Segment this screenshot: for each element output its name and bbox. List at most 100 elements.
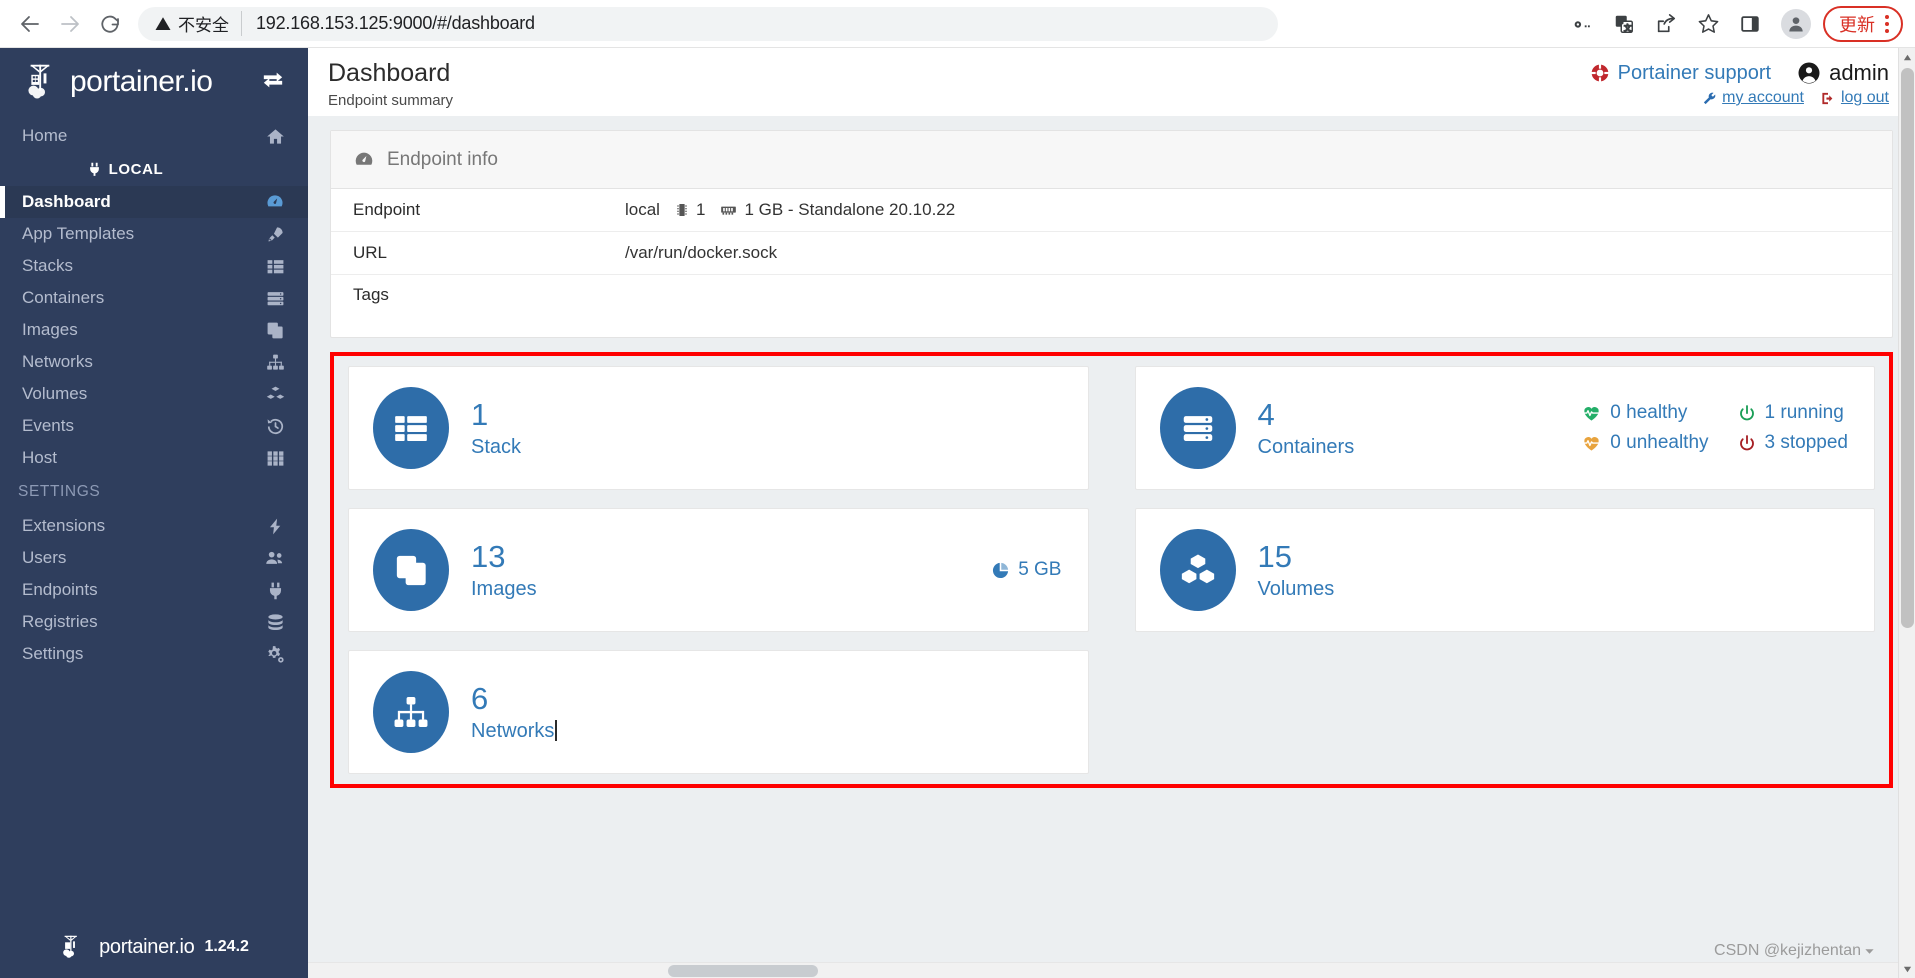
side-panel-icon[interactable] bbox=[1731, 5, 1769, 43]
stat-card-containers[interactable]: 4 Containers 0 healthy 1 running 0 unhea… bbox=[1134, 366, 1875, 490]
back-button[interactable] bbox=[10, 4, 50, 44]
chrome-menu-icon[interactable] bbox=[1879, 14, 1895, 33]
vertical-scrollbar[interactable] bbox=[1898, 48, 1915, 978]
scroll-down-arrow[interactable] bbox=[1899, 960, 1915, 978]
sidebar-item-host[interactable]: Host bbox=[0, 442, 308, 474]
address-bar[interactable]: 不安全 192.168.153.125:9000/#/dashboard bbox=[138, 6, 1278, 41]
url-row-value: /var/run/docker.sock bbox=[625, 243, 778, 262]
main-content: Dashboard Endpoint summary Portainer sup… bbox=[308, 48, 1915, 978]
content-body: Endpoint info Endpoint local 1 1 GB - St… bbox=[308, 116, 1915, 788]
url-text: 192.168.153.125:9000/#/dashboard bbox=[256, 13, 535, 33]
heartbeat-green-icon bbox=[1583, 406, 1601, 421]
horizontal-scrollbar[interactable] bbox=[308, 962, 1898, 978]
sidebar-item-settings[interactable]: Settings bbox=[0, 638, 308, 670]
stat-card-images[interactable]: 13 Images 5 GB bbox=[348, 508, 1089, 632]
containers-running-label: 1 running bbox=[1764, 402, 1844, 423]
sidebar-endpoint-local[interactable]: LOCAL bbox=[0, 152, 308, 186]
stat-card-stack[interactable]: 1 Stack bbox=[348, 366, 1089, 490]
sidebar-item-app-templates[interactable]: App Templates bbox=[0, 218, 308, 250]
stat-card-volumes[interactable]: 15 Volumes bbox=[1134, 508, 1875, 632]
rocket-icon bbox=[264, 225, 286, 244]
sidebar-item-endpoints[interactable]: Endpoints bbox=[0, 574, 308, 606]
update-button[interactable]: 更新 bbox=[1823, 5, 1903, 42]
history-icon bbox=[264, 417, 286, 436]
user-circle-icon bbox=[1798, 62, 1820, 84]
sidebar-item-label: Registries bbox=[22, 612, 98, 631]
sidebar-item-registries[interactable]: Registries bbox=[0, 606, 308, 638]
stats-grid: 1 Stack 4 Containers 0 healthy 1 running… bbox=[330, 352, 1893, 788]
sidebar-item-users[interactable]: Users bbox=[0, 542, 308, 574]
url-row-key: URL bbox=[353, 243, 388, 262]
stat-label: Images bbox=[471, 577, 537, 600]
pie-chart-icon bbox=[993, 562, 1009, 578]
stacks-icon bbox=[264, 257, 286, 276]
watermark: CSDN @kejizhentan bbox=[1714, 942, 1875, 960]
tags-row: Tags bbox=[331, 275, 1892, 337]
sidebar-item-events[interactable]: Events bbox=[0, 410, 308, 442]
endpoint-row-key: Endpoint bbox=[353, 200, 421, 219]
chevron-down-icon bbox=[1865, 948, 1874, 954]
horizontal-scrollbar-thumb[interactable] bbox=[668, 965, 818, 977]
endpoint-info-header: Endpoint info bbox=[331, 131, 1892, 189]
sidebar-logo[interactable]: portainer.io bbox=[0, 48, 308, 116]
password-key-icon[interactable] bbox=[1563, 5, 1601, 43]
sidebar-item-containers[interactable]: Containers bbox=[0, 282, 308, 314]
translate-icon[interactable]: G文 bbox=[1605, 5, 1643, 43]
portainer-support-link[interactable]: Portainer support bbox=[1590, 62, 1771, 85]
tags-row-key: Tags bbox=[353, 285, 389, 304]
containers-healthy-label: 0 healthy bbox=[1610, 402, 1688, 423]
containers-status-grid: 0 healthy 1 running 0 unhealthy 3 stoppe… bbox=[1581, 402, 1848, 454]
stat-main: 13 Images bbox=[471, 539, 537, 601]
my-account-label: my account bbox=[1722, 89, 1804, 106]
vertical-scrollbar-thumb[interactable] bbox=[1901, 68, 1914, 628]
security-chip[interactable]: 不安全 bbox=[154, 11, 242, 36]
dashboard-icon bbox=[264, 192, 286, 212]
containers-stopped: 3 stopped bbox=[1737, 432, 1848, 454]
forward-button[interactable] bbox=[50, 4, 90, 44]
scroll-up-arrow[interactable] bbox=[1899, 48, 1915, 66]
images-size-label: 5 GB bbox=[1018, 559, 1062, 580]
portainer-logo-icon bbox=[63, 935, 77, 958]
sidebar-item-stacks[interactable]: Stacks bbox=[0, 250, 308, 282]
sidebar-item-label: Host bbox=[22, 448, 57, 467]
my-account-link[interactable]: my account bbox=[1702, 89, 1804, 107]
endpoint-row-value: local 1 1 GB - Standalone 20.10.22 bbox=[625, 200, 955, 220]
sidebar-logo-text: portainer.io bbox=[70, 65, 213, 98]
stat-label: Stack bbox=[471, 435, 522, 458]
sidebar-toggle-icon[interactable] bbox=[260, 69, 286, 96]
bolt-icon bbox=[264, 517, 286, 536]
sidebar-item-networks[interactable]: Networks bbox=[0, 346, 308, 378]
sidebar-nav: Home LOCAL Dashboard App Templates Stack… bbox=[0, 116, 308, 922]
plug-icon bbox=[89, 162, 99, 176]
sidebar-item-label: Settings bbox=[22, 644, 84, 663]
security-text: 不安全 bbox=[178, 16, 229, 35]
cpu-count: 1 bbox=[695, 200, 706, 219]
sidebar-item-home[interactable]: Home bbox=[0, 120, 308, 152]
portainer-app: portainer.io Home LOCAL Dashboard App Te… bbox=[0, 48, 1915, 978]
sidebar-item-label: Endpoints bbox=[22, 580, 98, 599]
containers-stopped-label: 3 stopped bbox=[1764, 432, 1848, 453]
sidebar-item-label: Users bbox=[22, 548, 67, 567]
log-out-link[interactable]: log out bbox=[1820, 89, 1889, 107]
svg-text:G: G bbox=[1618, 17, 1624, 26]
sidebar-item-dashboard[interactable]: Dashboard bbox=[0, 186, 308, 218]
containers-running: 1 running bbox=[1737, 402, 1848, 424]
stat-card-networks[interactable]: 6 Networks bbox=[348, 650, 1089, 774]
browser-toolbar: 不安全 192.168.153.125:9000/#/dashboard G文 … bbox=[0, 0, 1915, 48]
reload-button[interactable] bbox=[90, 4, 130, 44]
power-green-icon bbox=[1739, 404, 1754, 420]
sidebar-item-extensions[interactable]: Extensions bbox=[0, 510, 308, 542]
endpoint-info-title: Endpoint info bbox=[387, 148, 498, 170]
share-icon[interactable] bbox=[1647, 5, 1685, 43]
grid-icon bbox=[264, 449, 286, 468]
sidebar-item-label: Dashboard bbox=[22, 192, 111, 211]
user-chip[interactable]: admin bbox=[1797, 60, 1889, 86]
profile-avatar[interactable] bbox=[1781, 8, 1811, 39]
footer-logo-text: portainer.io bbox=[99, 935, 195, 958]
stat-main: 6 Networks bbox=[471, 681, 557, 743]
sidebar-item-images[interactable]: Images bbox=[0, 314, 308, 346]
networks-icon bbox=[373, 671, 449, 753]
sidebar-item-volumes[interactable]: Volumes bbox=[0, 378, 308, 410]
bookmark-star-icon[interactable] bbox=[1689, 5, 1727, 43]
browser-actions: G文 更新 bbox=[1563, 5, 1905, 43]
